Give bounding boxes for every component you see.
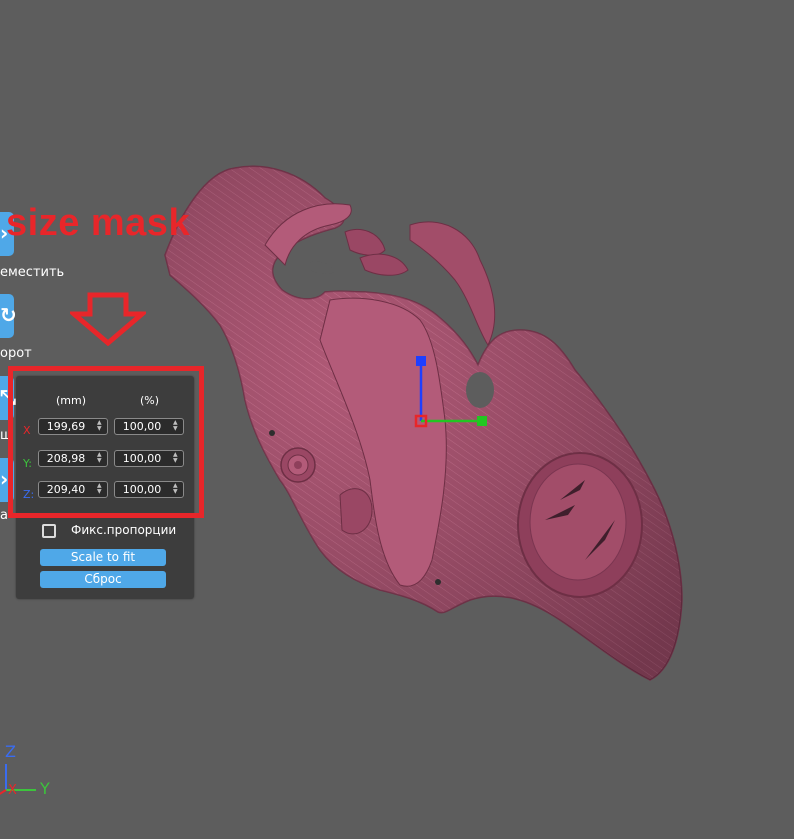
rotate-tool-label: орот xyxy=(0,346,32,361)
mirror-tool-label: а xyxy=(0,508,8,523)
gizmo-z-handle xyxy=(416,356,426,366)
3d-viewport[interactable]: Z X Y › еместить ↻ орот ⤡ ш › а size mas… xyxy=(0,0,794,839)
triad-x-label: X xyxy=(8,783,17,798)
lock-proportions-checkbox[interactable] xyxy=(42,524,56,538)
rotate-tool-button[interactable]: ↻ xyxy=(0,294,17,338)
move-tool-label: еместить xyxy=(0,265,65,280)
lock-proportions-label: Фикс.пропорции xyxy=(71,523,177,537)
reset-button[interactable]: Сброс xyxy=(40,571,166,588)
annotation-title: size mask xyxy=(6,202,191,244)
triad-x-line xyxy=(0,789,7,795)
scale-to-fit-button[interactable]: Scale to fit xyxy=(40,549,166,566)
triad-z-label: Z xyxy=(5,742,16,761)
annotation-highlight-box xyxy=(8,366,204,518)
annotation-down-arrow-icon xyxy=(70,292,146,346)
rotate-icon: ↻ xyxy=(0,303,17,327)
triad-y-label: Y xyxy=(39,779,50,798)
gizmo-y-handle xyxy=(477,416,487,426)
